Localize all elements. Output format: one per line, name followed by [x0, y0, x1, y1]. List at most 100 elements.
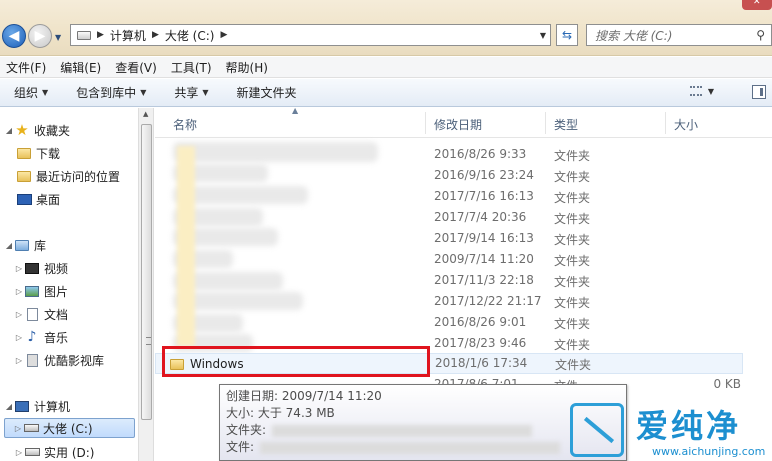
chevron-right-icon[interactable]: ▶ — [97, 30, 104, 40]
change-view-button[interactable]: ▼ — [689, 86, 714, 96]
row-date: 2017/7/4 20:36 — [434, 210, 527, 224]
nav-videos[interactable]: ▷ 视频 — [14, 258, 68, 278]
close-icon: ✕ — [753, 0, 761, 7]
nav-downloads[interactable]: 下载 — [16, 143, 60, 163]
row-date: 2017/12/22 21:17 — [434, 294, 542, 308]
nav-documents[interactable]: ▷ 文档 — [14, 304, 68, 324]
expand-arrow-icon[interactable]: ▷ — [14, 448, 24, 457]
share-label: 共享 — [174, 86, 199, 100]
chevron-down-icon: ▼ — [202, 88, 209, 97]
table-row[interactable]: 2017/7/4 20:36 文件夹 — [155, 207, 772, 228]
row-date: 2016/9/16 23:24 — [434, 168, 534, 182]
organize-label: 组织 — [14, 86, 39, 100]
expand-arrow-icon[interactable]: ▷ — [13, 424, 23, 433]
nav-pictures[interactable]: ▷ 图片 — [14, 281, 68, 301]
table-row[interactable]: 2017/12/22 21:17 文件夹 — [155, 291, 772, 312]
column-name[interactable]: 名称 — [173, 116, 197, 133]
back-button[interactable]: ◀ — [2, 24, 26, 48]
expand-arrow-icon[interactable]: ▷ — [14, 264, 24, 273]
include-library-button[interactable]: 包含到库中 ▼ — [62, 84, 160, 101]
row-date: 2017/8/23 9:46 — [434, 336, 527, 350]
address-dropdown[interactable]: ▼ — [535, 24, 551, 46]
menu-tools[interactable]: 工具(T) — [165, 59, 220, 76]
collapse-arrow-icon[interactable]: ◢ — [4, 402, 14, 411]
close-button[interactable]: ✕ — [742, 0, 772, 10]
column-modified[interactable]: 修改日期 — [434, 116, 482, 133]
expand-arrow-icon[interactable]: ▷ — [14, 356, 24, 365]
organize-button[interactable]: 组织 ▼ — [0, 84, 62, 101]
table-row[interactable]: 2017/9/14 16:13 文件夹 — [155, 228, 772, 249]
row-type: 文件夹 — [554, 296, 591, 310]
collapse-arrow-icon[interactable]: ◢ — [4, 241, 14, 250]
library-icon — [14, 238, 30, 252]
drive-icon — [23, 421, 39, 435]
nav-downloads-label: 下载 — [36, 146, 61, 161]
recent-pages-dropdown[interactable]: ▼ — [55, 33, 61, 42]
menu-view[interactable]: 查看(V) — [109, 59, 165, 76]
table-row[interactable]: 2016/8/26 9:01 文件夹 — [155, 312, 772, 333]
menu-help[interactable]: 帮助(H) — [220, 59, 276, 76]
table-row[interactable]: 2017/11/3 22:18 文件夹 — [155, 270, 772, 291]
computer-icon — [14, 399, 30, 413]
nav-drive-c-label: 大佬 (C:) — [43, 421, 93, 436]
nav-videos-label: 视频 — [44, 261, 69, 276]
nav-music[interactable]: ▷ ♪ 音乐 — [14, 327, 68, 347]
include-library-label: 包含到库中 — [76, 86, 137, 100]
video-icon — [24, 261, 40, 275]
row-date: 2017/9/14 16:13 — [434, 231, 534, 245]
row-type: 文件夹 — [554, 317, 591, 331]
chevron-right-icon[interactable]: ▶ — [152, 30, 159, 40]
view-details-icon — [689, 86, 702, 96]
forward-button[interactable]: ▶ — [28, 24, 52, 48]
nav-recent[interactable]: 最近访问的位置 — [16, 166, 120, 186]
breadcrumb-drive-c[interactable]: 大佬 (C:) — [165, 27, 215, 44]
video-library-icon — [24, 353, 40, 367]
expand-arrow-icon[interactable]: ▷ — [14, 310, 24, 319]
nav-favorites[interactable]: ◢ ★ 收藏夹 — [4, 120, 70, 140]
breadcrumb-computer[interactable]: 计算机 — [110, 27, 146, 44]
row-type: 文件夹 — [554, 212, 591, 226]
table-row[interactable]: 2009/7/14 11:20 文件夹 — [155, 249, 772, 270]
navigation-scrollbar[interactable]: ▲ — [138, 108, 154, 461]
nav-youku[interactable]: ▷ 优酷影视库 — [14, 350, 104, 370]
row-type: 文件夹 — [554, 275, 591, 289]
nav-libraries[interactable]: ◢ 库 — [4, 235, 46, 255]
collapse-arrow-icon[interactable]: ◢ — [4, 126, 14, 135]
scroll-up-icon[interactable]: ▲ — [143, 110, 148, 118]
row-date: 2017/7/16 16:13 — [434, 189, 534, 203]
menu-bar: 文件(F) 编辑(E) 查看(V) 工具(T) 帮助(H) — [0, 57, 772, 78]
address-field[interactable]: ▶ 计算机 ▶ 大佬 (C:) ▶ — [70, 24, 551, 46]
column-type[interactable]: 类型 — [554, 116, 578, 133]
row-type: 文件夹 — [554, 170, 591, 184]
nav-music-label: 音乐 — [44, 330, 69, 345]
nav-computer[interactable]: ◢ 计算机 — [4, 396, 70, 416]
table-row[interactable]: 2016/8/26 9:33 文件夹 — [155, 144, 772, 165]
table-row[interactable]: 2017/7/16 16:13 文件夹 — [155, 186, 772, 207]
nav-desktop[interactable]: 桌面 — [16, 189, 60, 209]
nav-documents-label: 文档 — [44, 307, 69, 322]
menu-file[interactable]: 文件(F) — [0, 59, 54, 76]
nav-drive-d[interactable]: ▷ 实用 (D:) — [14, 442, 95, 461]
table-row[interactable]: 2016/9/16 23:24 文件夹 — [155, 165, 772, 186]
preview-pane-button[interactable] — [752, 85, 766, 99]
expand-arrow-icon[interactable]: ▷ — [14, 287, 24, 296]
row-type: 文件夹 — [554, 338, 591, 352]
document-icon — [24, 307, 40, 321]
row-type: 文件夹 — [554, 233, 591, 247]
music-icon: ♪ — [27, 329, 37, 345]
new-folder-button[interactable]: 新建文件夹 — [223, 84, 311, 101]
row-type: 文件夹 — [555, 358, 592, 372]
nav-drive-c[interactable]: ▷ 大佬 (C:) — [4, 418, 135, 438]
menu-edit[interactable]: 编辑(E) — [54, 59, 109, 76]
expand-arrow-icon[interactable]: ▷ — [14, 333, 24, 342]
share-button[interactable]: 共享 ▼ — [160, 84, 222, 101]
chevron-right-icon[interactable]: ▶ — [220, 30, 227, 40]
row-date: 2017/11/3 22:18 — [434, 273, 534, 287]
refresh-button[interactable]: ⇆ — [556, 24, 578, 46]
drive-icon — [77, 30, 91, 40]
search-input[interactable]: 搜索 大佬 (C:) ⚲ — [586, 24, 772, 46]
scrollbar-thumb[interactable] — [141, 124, 152, 420]
column-size[interactable]: 大小 — [674, 116, 698, 133]
watermark-logo-icon — [570, 403, 624, 457]
chevron-down-icon: ▼ — [42, 88, 49, 97]
